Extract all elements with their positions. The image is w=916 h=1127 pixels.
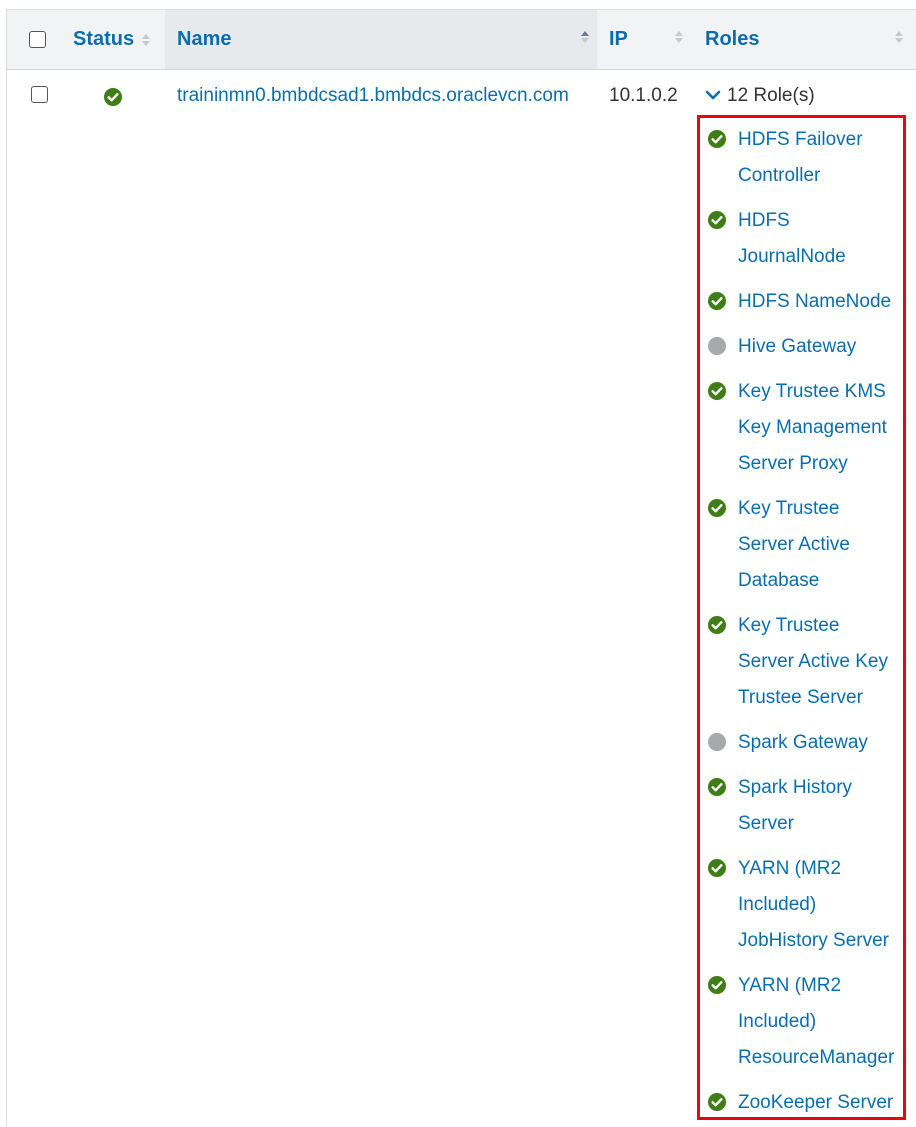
role-link[interactable]: YARN (MR2 Included) JobHistory Server (738, 851, 889, 959)
status-good-icon (708, 616, 726, 639)
status-good-icon (104, 88, 122, 106)
roles-list-highlight: HDFS Failover Controller HDFS JournalNode HD… (697, 115, 906, 1120)
status-good-icon (708, 130, 726, 153)
select-all-checkbox[interactable] (29, 31, 46, 48)
role-link[interactable]: HDFS JournalNode (738, 203, 846, 275)
host-ip: 10.1.0.2 (609, 85, 678, 106)
status-header-label: Status (73, 28, 135, 50)
role-list-item: HDFS NameNode (700, 284, 903, 320)
chevron-down-icon (705, 85, 721, 107)
role-link[interactable]: HDFS NameNode (738, 284, 891, 320)
role-link[interactable]: Key Trustee Server Active Database (738, 491, 850, 599)
role-list-item: Key Trustee Server Active Key Trustee Serv… (700, 608, 903, 716)
role-list-item: Spark History Server (700, 770, 903, 842)
role-list-item: Spark Gateway (700, 725, 903, 761)
role-list-item: YARN (MR2 Included) ResourceManager (700, 968, 903, 1076)
status-good-icon (708, 976, 726, 999)
role-list-item: YARN (MR2 Included) JobHistory Server (700, 851, 903, 959)
status-good-icon (708, 859, 726, 882)
role-link[interactable]: ZooKeeper Server (738, 1085, 893, 1121)
roles-list: HDFS Failover Controller HDFS JournalNode HD… (700, 118, 903, 1121)
role-link[interactable]: YARN (MR2 Included) ResourceManager (738, 968, 894, 1076)
role-list-item: HDFS Failover Controller (700, 122, 903, 194)
ip-sort-icon[interactable] (675, 31, 683, 43)
select-all-cell (29, 10, 59, 69)
table-header: Status Name IP Roles (7, 9, 916, 70)
status-good-icon (708, 382, 726, 405)
status-column-header[interactable]: Status (73, 10, 163, 69)
ip-column-header[interactable]: IP (597, 10, 685, 69)
status-good-icon (708, 778, 726, 801)
status-none-icon (708, 733, 726, 756)
row-checkbox[interactable] (31, 86, 48, 103)
status-good-icon (708, 292, 726, 315)
status-good-icon (708, 1093, 726, 1116)
roles-count: 12 Role(s) (727, 85, 815, 106)
role-list-item: HDFS JournalNode (700, 203, 903, 275)
status-good-icon (708, 211, 726, 234)
role-link[interactable]: Key Trustee KMS Key Management Server Prox… (738, 374, 887, 482)
name-sort-icon[interactable] (581, 31, 589, 43)
role-list-item: ZooKeeper Server (700, 1085, 903, 1121)
row-ip-cell: 10.1.0.2 (609, 85, 678, 107)
status-good-icon (708, 499, 726, 522)
roles-sort-icon[interactable] (895, 31, 903, 43)
name-column-header[interactable]: Name (165, 10, 597, 69)
role-list-item: Key Trustee KMS Key Management Server Prox… (700, 374, 903, 482)
role-link[interactable]: Key Trustee Server Active Key Trustee Serv… (738, 608, 888, 716)
ip-header-label: IP (609, 28, 628, 50)
role-link[interactable]: Spark Gateway (738, 725, 868, 761)
row-status-cell (104, 88, 122, 111)
row-roles-cell: 12 Role(s) (705, 85, 815, 107)
role-link[interactable]: HDFS Failover Controller (738, 122, 863, 194)
roles-column-header[interactable]: Roles (693, 10, 907, 69)
status-sort-icon[interactable] (142, 33, 151, 46)
row-select-cell (31, 86, 48, 103)
row-name-cell: traininmn0.bmbdcsad1.bmbdcs.oraclevcn.co… (177, 85, 569, 107)
roles-header-label: Roles (705, 28, 760, 50)
host-name-link[interactable]: traininmn0.bmbdcsad1.bmbdcs.oraclevcn.co… (177, 85, 569, 106)
roles-expand-toggle[interactable]: 12 Role(s) (705, 85, 815, 107)
role-link[interactable]: Hive Gateway (738, 329, 856, 365)
hosts-table: Status Name IP Roles traininmn0.bmbdcsad… (6, 9, 916, 1127)
name-header-label: Name (177, 28, 232, 50)
role-link[interactable]: Spark History Server (738, 770, 852, 842)
role-list-item: Key Trustee Server Active Database (700, 491, 903, 599)
role-list-item: Hive Gateway (700, 329, 903, 365)
status-none-icon (708, 337, 726, 360)
